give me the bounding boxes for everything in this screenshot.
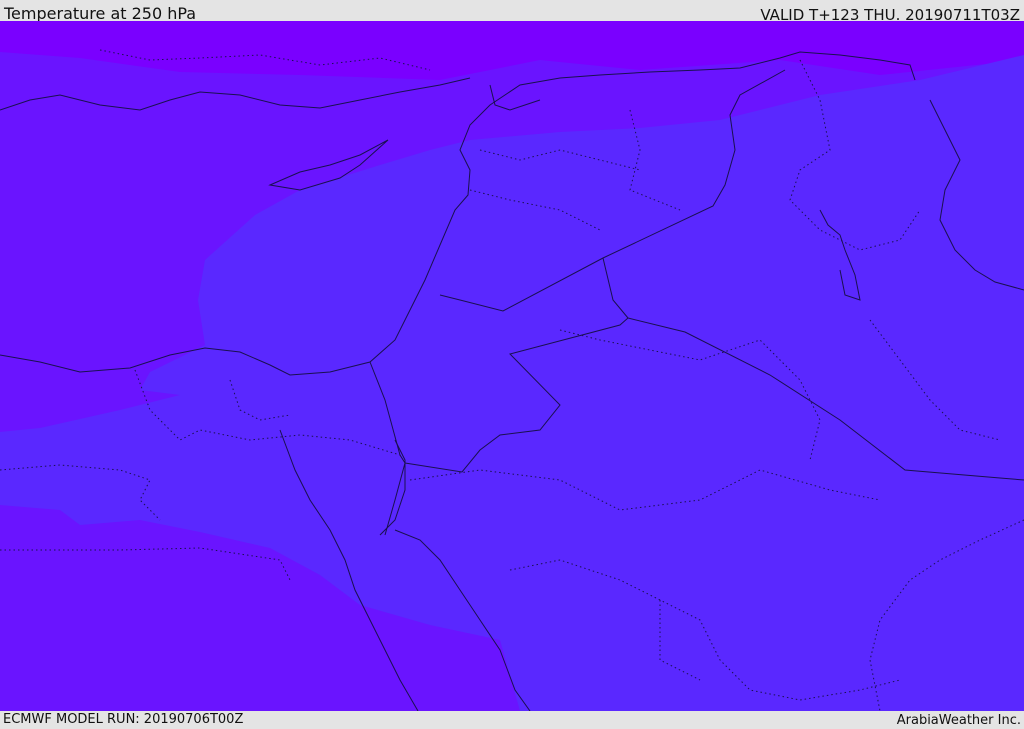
credit-label: ArabiaWeather Inc. [896,713,1021,728]
header-bar: Temperature at 250 hPa VALID T+123 THU. … [0,0,1024,24]
weather-map [0,21,1024,711]
model-run-label: ECMWF MODEL RUN: 20190706T00Z [3,712,244,727]
map-canvas [0,21,1024,711]
footer-bar: ECMWF MODEL RUN: 20190706T00Z ArabiaWeat… [0,711,1024,729]
